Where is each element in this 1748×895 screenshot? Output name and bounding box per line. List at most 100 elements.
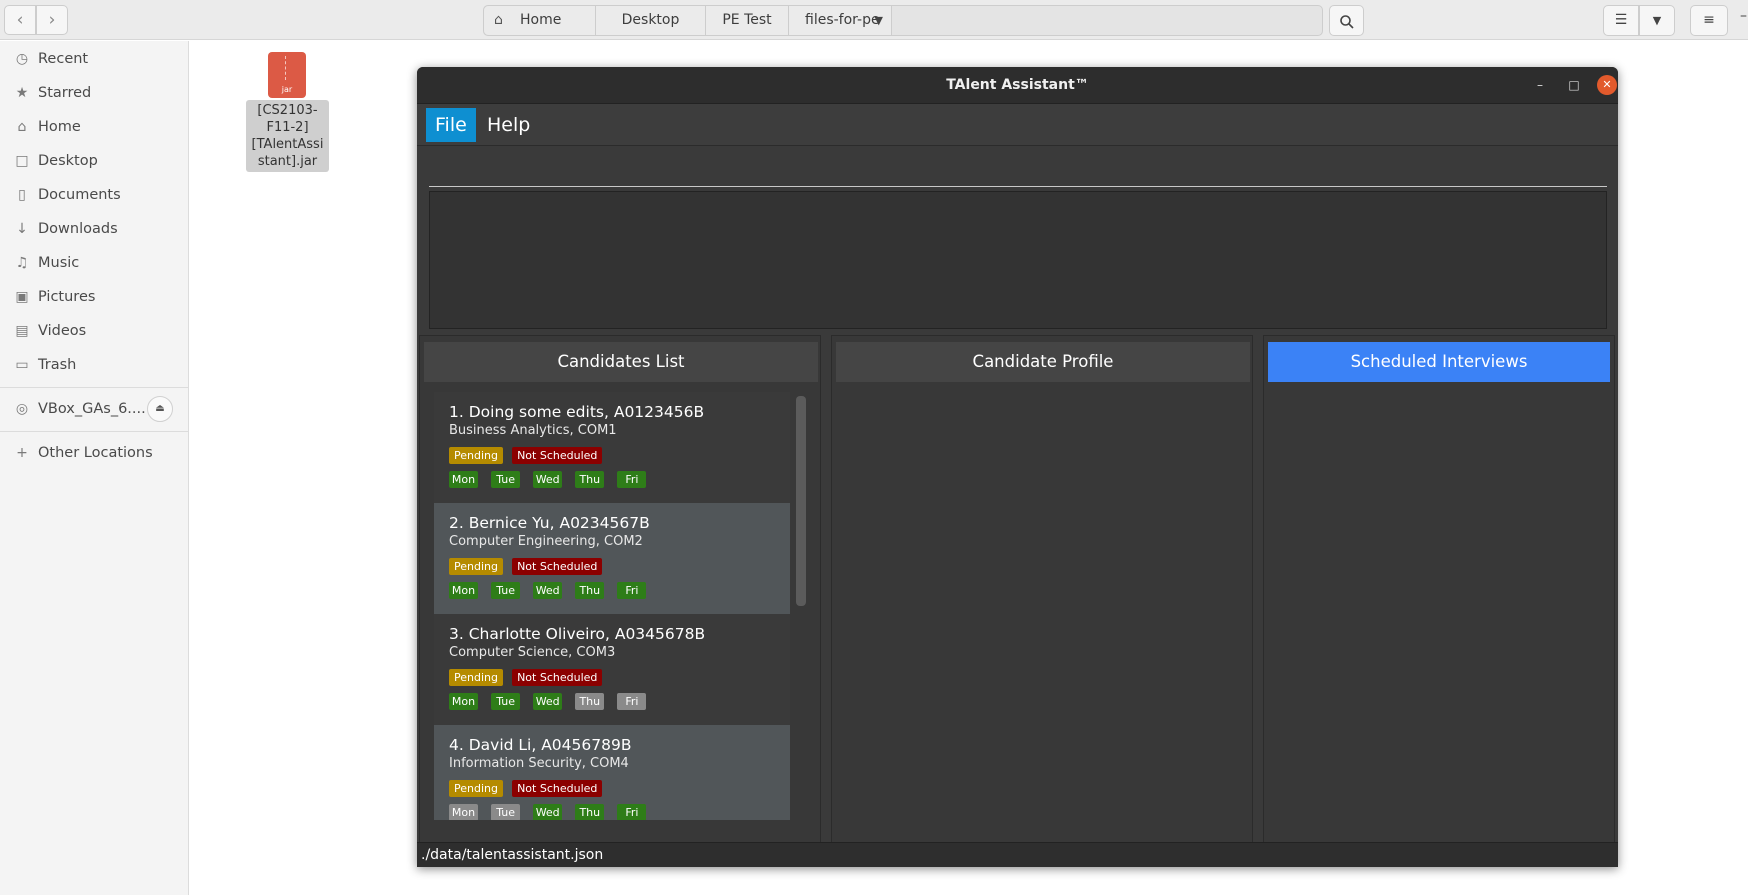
sidebar-divider xyxy=(0,431,188,432)
status-bar: ./data/talentassistant.json xyxy=(417,842,1618,867)
close-window-icon[interactable]: ✕ xyxy=(1597,75,1617,95)
breadcrumb-pe-test[interactable]: PE Test xyxy=(706,6,789,35)
candidate-course: Information Security, COM4 xyxy=(449,756,629,771)
sidebar-item-recent[interactable]: ◷ Recent xyxy=(0,42,188,76)
sidebar-item-trash[interactable]: ▭ Trash xyxy=(0,348,188,382)
availability-tue: Tue xyxy=(491,582,521,599)
videos-icon: ▤ xyxy=(15,323,29,339)
availability-thu: Thu xyxy=(575,471,605,488)
schedule-badge: Not Scheduled xyxy=(512,558,603,575)
back-button[interactable]: ‹ xyxy=(4,5,36,35)
breadcrumb-desktop[interactable]: Desktop xyxy=(596,6,706,35)
sidebar-item-music[interactable]: ♫ Music xyxy=(0,246,188,280)
search-icon xyxy=(1339,14,1354,29)
app-window: TAlent Assistant™ – □ ✕ File Help Candid… xyxy=(417,67,1618,867)
status-badge: Pending xyxy=(449,558,503,575)
status-badge: Pending xyxy=(449,780,503,797)
home-icon: ⌂ xyxy=(494,12,503,28)
schedule-badge: Not Scheduled xyxy=(512,780,603,797)
minimize-icon[interactable]: – xyxy=(1740,8,1747,24)
availability-fri: Fri xyxy=(617,582,647,599)
availability-tue: Tue xyxy=(491,804,521,820)
eject-icon[interactable]: ⏏ xyxy=(147,396,173,422)
document-icon: ▯ xyxy=(18,187,26,203)
plus-icon: + xyxy=(16,445,28,461)
availability-mon: Mon xyxy=(449,471,478,488)
view-options-button[interactable]: ▼ xyxy=(1639,5,1675,36)
availability-fri: Fri xyxy=(617,804,647,820)
menu-bar: File Help xyxy=(417,104,1618,146)
headerbar: ‹ › ⌂ Home Desktop PE Test files-for-pe ▼… xyxy=(0,0,1748,40)
status-badge: Pending xyxy=(449,669,503,686)
music-icon: ♫ xyxy=(15,255,29,271)
file-extension-label: jar xyxy=(281,85,293,94)
desktop-icon: □ xyxy=(15,153,29,169)
list-view-icon: ☰ xyxy=(1614,12,1628,28)
list-item[interactable]: 2. Bernice Yu, A0234567B Computer Engine… xyxy=(434,503,790,614)
panel-title-candidate-profile: Candidate Profile xyxy=(836,342,1250,382)
list-view-button[interactable]: ☰ xyxy=(1603,5,1639,36)
search-button[interactable] xyxy=(1329,5,1364,36)
trash-icon: ▭ xyxy=(15,357,29,373)
availability-tue: Tue xyxy=(491,471,521,488)
availability-thu: Thu xyxy=(575,804,605,820)
status-badge: Pending xyxy=(449,447,503,464)
file-name-label[interactable]: [CS2103- F11-2] [TAlentAssi stant].jar xyxy=(246,100,329,172)
list-item[interactable]: 1. Doing some edits, A0123456B Business … xyxy=(434,392,790,503)
list-item[interactable]: 3. Charlotte Oliveiro, A0345678B Compute… xyxy=(434,614,790,725)
sidebar-item-downloads[interactable]: ↓ Downloads xyxy=(0,212,188,246)
availability-fri: Fri xyxy=(617,471,647,488)
panel-title-scheduled-interviews: Scheduled Interviews xyxy=(1268,342,1610,382)
sidebar-item-desktop[interactable]: □ Desktop xyxy=(0,144,188,178)
availability-wed: Wed xyxy=(533,804,563,820)
sidebar: ◷ Recent ★ Starred ⌂ Home □ Desktop ▯ Documen… xyxy=(0,41,189,895)
sidebar-item-starred[interactable]: ★ Starred xyxy=(0,76,188,110)
candidates-listview[interactable]: 1. Doing some edits, A0123456B Business … xyxy=(434,392,790,820)
candidate-name: 1. Doing some edits, A0123456B xyxy=(449,403,705,421)
archive-file-icon[interactable]: jar xyxy=(268,52,306,98)
command-input[interactable] xyxy=(429,157,1607,187)
sidebar-item-other-locations[interactable]: + Other Locations xyxy=(0,436,188,470)
availability-wed: Wed xyxy=(533,582,563,599)
breadcrumb-files-for-pe[interactable]: files-for-pe ▼ xyxy=(789,6,892,35)
sidebar-divider xyxy=(0,387,188,388)
availability-thu: Thu xyxy=(575,693,605,710)
menu-help[interactable]: Help xyxy=(478,108,539,142)
download-icon: ↓ xyxy=(16,221,28,237)
sidebar-item-documents[interactable]: ▯ Documents xyxy=(0,178,188,212)
availability-wed: Wed xyxy=(533,693,563,710)
star-icon: ★ xyxy=(15,85,29,101)
list-item[interactable]: 4. David Li, A0456789B Information Secur… xyxy=(434,725,790,820)
schedule-badge: Not Scheduled xyxy=(512,447,603,464)
candidate-course: Business Analytics, COM1 xyxy=(449,423,617,438)
chevron-right-icon: › xyxy=(48,10,56,30)
chevron-down-icon: ▼ xyxy=(1652,14,1662,27)
hamburger-icon: ≡ xyxy=(1703,12,1715,28)
menu-file[interactable]: File xyxy=(426,108,476,142)
maximize-window-icon[interactable]: □ xyxy=(1564,75,1584,95)
chevron-left-icon: ‹ xyxy=(16,10,24,30)
sidebar-item-home[interactable]: ⌂ Home xyxy=(0,110,188,144)
availability-wed: Wed xyxy=(533,471,563,488)
minimize-window-icon[interactable]: – xyxy=(1530,75,1550,95)
candidate-name: 4. David Li, A0456789B xyxy=(449,736,632,754)
availability-thu: Thu xyxy=(575,582,605,599)
candidate-name: 2. Bernice Yu, A0234567B xyxy=(449,514,650,532)
candidate-course: Computer Engineering, COM2 xyxy=(449,534,643,549)
candidate-course: Computer Science, COM3 xyxy=(449,645,616,660)
forward-button[interactable]: › xyxy=(36,5,68,35)
availability-tue: Tue xyxy=(491,693,521,710)
availability-mon: Mon xyxy=(449,804,478,820)
list-scrollbar[interactable] xyxy=(796,396,806,606)
breadcrumb-home[interactable]: ⌂ Home xyxy=(484,6,596,35)
breadcrumb: ⌂ Home Desktop PE Test files-for-pe ▼ xyxy=(483,5,1323,36)
sidebar-item-pictures[interactable]: ▣ Pictures xyxy=(0,280,188,314)
sidebar-item-device[interactable]: ◎ VBox_GAs_6.... ⏏ xyxy=(0,392,188,426)
window-titlebar[interactable]: TAlent Assistant™ – □ ✕ xyxy=(417,67,1618,104)
candidate-profile-panel: Candidate Profile xyxy=(831,335,1253,847)
sidebar-item-videos[interactable]: ▤ Videos xyxy=(0,314,188,348)
availability-mon: Mon xyxy=(449,582,478,599)
main-menu-button[interactable]: ≡ xyxy=(1690,5,1728,36)
panel-title-candidates-list: Candidates List xyxy=(424,342,818,382)
result-display xyxy=(429,191,1607,329)
